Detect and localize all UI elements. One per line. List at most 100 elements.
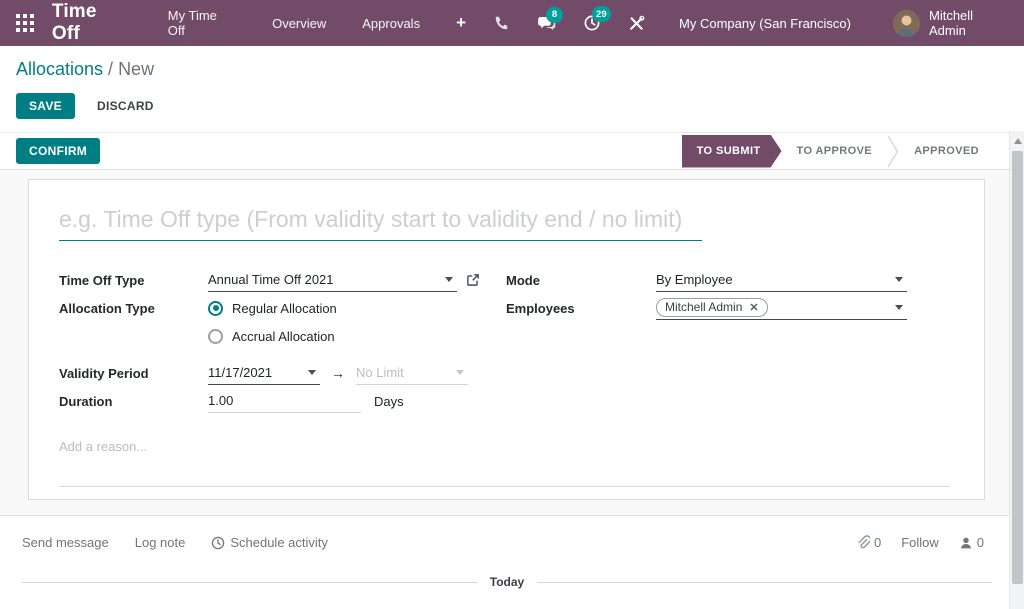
status-step-approved[interactable]: APPROVED [899, 135, 994, 168]
nav-overview[interactable]: Overview [272, 16, 326, 31]
employee-tag-label: Mitchell Admin [665, 300, 742, 314]
validity-end-field [356, 361, 468, 385]
today-label: Today [490, 575, 524, 589]
phone-icon[interactable] [493, 15, 510, 32]
radio-accrual-allocation[interactable] [208, 329, 223, 344]
arrow-right-icon: → [331, 365, 345, 381]
scrollbar-thumb[interactable] [1012, 151, 1023, 584]
follow-button[interactable]: Follow [901, 535, 939, 550]
allocation-type-row: Allocation Type Regular Allocation [59, 294, 506, 322]
tools-icon[interactable] [628, 15, 645, 32]
avatar[interactable] [893, 10, 920, 37]
user-menu[interactable]: Mitchell Admin [929, 8, 1010, 38]
vertical-scrollbar[interactable] [1009, 131, 1024, 609]
chatter-toolbar: Send message Log note Schedule activity … [22, 535, 1002, 550]
nav-approvals[interactable]: Approvals [362, 16, 420, 31]
scroll-up-icon[interactable] [1014, 138, 1022, 144]
today-divider: Today [22, 575, 1002, 589]
title-input[interactable] [59, 206, 702, 233]
activities-badge: 29 [592, 6, 611, 22]
company-switcher[interactable]: My Company (San Francisco) [679, 16, 851, 31]
plus-icon[interactable]: + [456, 13, 466, 33]
tag-remove-icon[interactable]: ✕ [749, 301, 758, 314]
duration-label: Duration [59, 394, 208, 409]
external-link-icon[interactable] [466, 273, 480, 287]
paperclip-icon [856, 535, 870, 550]
validity-end-input[interactable] [356, 365, 452, 380]
navbar: Time Off My Time Off Overview Approvals … [0, 0, 1024, 46]
status-step-to-submit[interactable]: TO SUBMIT [682, 135, 782, 168]
radio-accrual-allocation-label[interactable]: Accrual Allocation [232, 329, 335, 344]
chatter: Send message Log note Schedule activity … [0, 515, 1024, 609]
app-title[interactable]: Time Off [52, 1, 130, 45]
time-off-type-input[interactable] [208, 272, 441, 287]
form-column-left: Time Off Type Allocation Type Regular Al… [59, 266, 506, 415]
followers-count: 0 [977, 535, 984, 550]
employees-label: Employees [506, 301, 656, 316]
chevron-down-icon[interactable] [895, 277, 903, 282]
chevron-right-icon [887, 135, 899, 168]
mode-label: Mode [506, 273, 656, 288]
form-column-right: Mode Employees Mitchell Admin ✕ [506, 266, 954, 415]
send-message-button[interactable]: Send message [22, 535, 109, 550]
allocation-type-row-2: Accrual Allocation [59, 322, 506, 350]
time-off-allocation-page: Time Off My Time Off Overview Approvals … [0, 0, 1024, 609]
breadcrumb-allocations-link[interactable]: Allocations [16, 59, 103, 79]
chevron-down-icon[interactable] [445, 277, 453, 282]
sheet-divider [59, 486, 950, 487]
form-columns: Time Off Type Allocation Type Regular Al… [59, 266, 954, 415]
time-off-type-label: Time Off Type [59, 273, 208, 288]
time-off-type-field [208, 268, 457, 292]
clock-icon [211, 536, 225, 550]
systray: 8 29 My Company (San Francisco) Mitchell… [466, 8, 1010, 38]
chatter-meta: 0 Follow 0 [856, 535, 1002, 550]
nav-my-time-off[interactable]: My Time Off [168, 8, 236, 38]
attachments-button[interactable]: 0 [856, 535, 881, 550]
breadcrumb-current: New [118, 59, 154, 79]
breadcrumb: Allocations / New [16, 59, 1008, 80]
employees-row: Employees Mitchell Admin ✕ [506, 294, 954, 322]
duration-row: Duration Days [59, 387, 506, 415]
radio-regular-allocation-label[interactable]: Regular Allocation [232, 301, 337, 316]
reason-input[interactable] [59, 439, 699, 454]
employee-tag[interactable]: Mitchell Admin ✕ [656, 298, 768, 317]
app-menu: My Time Off Overview Approvals + [168, 8, 466, 38]
statusbar: CONFIRM TO SUBMIT TO APPROVE APPROVED [0, 133, 1024, 170]
mode-input[interactable] [656, 272, 891, 287]
time-off-type-row: Time Off Type [59, 266, 506, 294]
discard-button[interactable]: DISCARD [89, 93, 162, 119]
attachments-count: 0 [874, 535, 881, 550]
validity-period-row: Validity Period → [59, 359, 506, 387]
form-sheet: Time Off Type Allocation Type Regular Al… [28, 179, 985, 500]
messages-badge: 8 [546, 7, 563, 23]
radio-regular-allocation[interactable] [208, 301, 223, 316]
validity-start-field [208, 361, 320, 385]
mode-field [656, 268, 907, 292]
person-icon [959, 536, 973, 550]
log-note-button[interactable]: Log note [135, 535, 186, 550]
apps-menu-icon[interactable] [12, 10, 38, 36]
duration-input[interactable] [208, 393, 361, 408]
reason-row [59, 438, 954, 456]
chevron-down-icon[interactable] [308, 370, 316, 375]
schedule-activity-button[interactable]: Schedule activity [211, 535, 328, 550]
duration-field [208, 389, 361, 413]
status-step-to-approve[interactable]: TO APPROVE [782, 135, 888, 168]
chevron-down-icon[interactable] [456, 370, 464, 375]
validity-period-label: Validity Period [59, 366, 208, 381]
messages-icon[interactable]: 8 [537, 15, 556, 32]
mode-row: Mode [506, 266, 954, 294]
status-steps: TO SUBMIT TO APPROVE APPROVED [682, 135, 994, 168]
grid-icon [16, 14, 34, 32]
validity-start-input[interactable] [208, 365, 304, 380]
control-panel: Allocations / New SAVE DISCARD [0, 46, 1024, 133]
control-panel-buttons: SAVE DISCARD [16, 93, 1008, 119]
confirm-button[interactable]: CONFIRM [16, 138, 100, 164]
form-view: Time Off Type Allocation Type Regular Al… [0, 170, 1024, 515]
chevron-down-icon[interactable] [895, 305, 903, 310]
followers-button[interactable]: 0 [959, 535, 984, 550]
activities-icon[interactable]: 29 [583, 14, 601, 32]
save-button[interactable]: SAVE [16, 93, 75, 119]
title-field [59, 206, 702, 241]
employees-field[interactable]: Mitchell Admin ✕ [656, 296, 907, 320]
